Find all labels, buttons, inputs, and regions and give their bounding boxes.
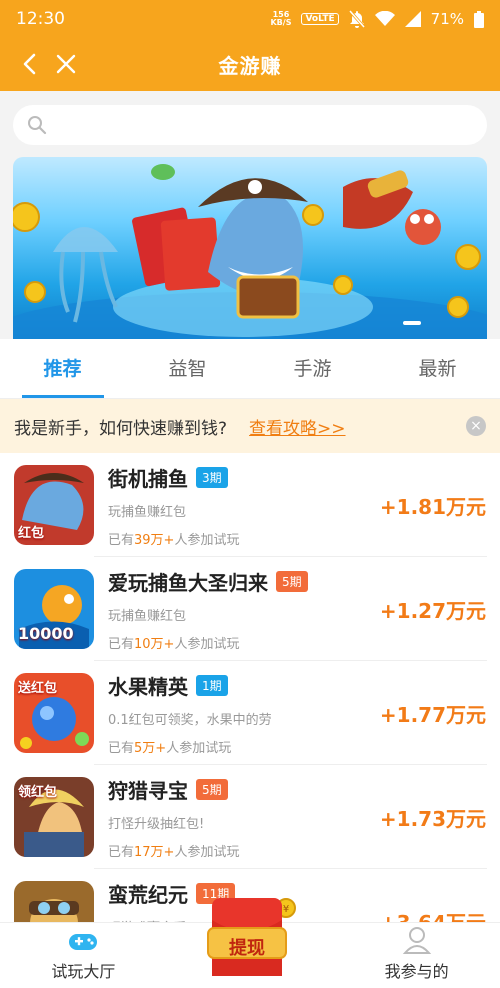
- game-name-row: 水果精英 1期: [108, 671, 380, 700]
- participant-count: 已有5万+人参加试玩: [108, 737, 380, 756]
- game-info: 水果精英 1期 0.1红包可领奖，水果中的劳 已有5万+人参加试玩: [108, 671, 380, 756]
- tab-recommended[interactable]: 推荐: [0, 339, 125, 398]
- game-name: 狩猎寻宝: [108, 778, 188, 803]
- banner-illustration: [13, 164, 487, 339]
- game-description: 玩捕鱼赚红包: [108, 608, 187, 624]
- game-info: 狩猎寻宝 5期 打怪升级抽红包! 已有17万+人参加试玩: [108, 775, 380, 860]
- close-icon[interactable]: [54, 52, 78, 76]
- count-prefix: 已有: [108, 844, 135, 860]
- period-badge: 5期: [196, 778, 228, 800]
- count-number: 10万+: [134, 636, 175, 652]
- notice-text: 我是新手，如何快速赚到钱?: [14, 418, 228, 439]
- status-icons: 156 KB/S VoLTE 71%: [270, 10, 484, 28]
- nav-my-participation-label: 我参与的: [384, 962, 449, 981]
- svg-text:¥: ¥: [283, 904, 289, 915]
- nav-trial-hall[interactable]: 试玩大厅: [0, 923, 167, 988]
- game-thumbnail: 领红包: [14, 777, 94, 857]
- game-description: 打怪升级抽红包!: [108, 816, 205, 832]
- thumbnail-label: 送红包: [18, 681, 58, 696]
- newbie-notice: 我是新手，如何快速赚到钱? 查看攻略>> ×: [0, 399, 500, 453]
- battery-icon: [474, 10, 484, 28]
- wifi-icon: [374, 11, 395, 26]
- count-prefix: 已有: [108, 532, 135, 548]
- status-bar: 12:30 156 KB/S VoLTE 71%: [0, 0, 500, 38]
- reward-amount: +1.77万元: [379, 702, 486, 727]
- tab-puzzle[interactable]: 益智: [125, 339, 250, 398]
- thumbnail-label: 10000: [18, 624, 74, 643]
- banner-area: [0, 157, 500, 339]
- notice-close-icon[interactable]: ×: [466, 416, 486, 436]
- game-thumbnail: 10000: [14, 569, 94, 649]
- tab-mobile-games[interactable]: 手游: [250, 339, 375, 398]
- mute-icon: [348, 10, 365, 28]
- search-area: [0, 91, 500, 157]
- network-speed: 156 KB/S: [270, 11, 291, 27]
- search-box[interactable]: [13, 105, 487, 145]
- count-suffix: 人参加试玩: [174, 532, 240, 548]
- banner-indicator: [403, 321, 421, 325]
- count-number: 17万+: [134, 844, 175, 860]
- game-info: 街机捕鱼 3期 玩捕鱼赚红包 已有39万+人参加试玩: [108, 463, 380, 548]
- battery-percent: 71%: [430, 10, 464, 28]
- list-item[interactable]: 送红包 水果精英 1期 0.1红包可领奖，水果中的劳 已有5万+人参加试玩 +1…: [0, 661, 500, 765]
- withdraw-label: 提现: [229, 938, 265, 959]
- thumbnail-label: 领红包: [18, 785, 58, 800]
- count-suffix: 人参加试玩: [174, 844, 240, 860]
- signal-icon: [404, 11, 421, 27]
- list-item[interactable]: 领红包 狩猎寻宝 5期 打怪升级抽红包! 已有17万+人参加试玩 +1.73万元: [0, 765, 500, 869]
- game-thumbnail: 送红包: [14, 673, 94, 753]
- network-speed-unit: KB/S: [270, 18, 292, 27]
- search-icon: [28, 116, 47, 135]
- count-prefix: 已有: [108, 636, 135, 652]
- guide-link[interactable]: 查看攻略>>: [249, 414, 466, 439]
- nav-my-participation[interactable]: 我参与的: [333, 923, 500, 988]
- game-name-row: 街机捕鱼 3期: [108, 463, 380, 492]
- game-description: 0.1红包可领奖，水果中的劳: [108, 712, 272, 728]
- count-number: 39万+: [134, 532, 175, 548]
- participant-count: 已有39万+人参加试玩: [108, 529, 380, 548]
- game-name: 街机捕鱼: [108, 466, 188, 491]
- count-suffix: 人参加试玩: [166, 740, 232, 756]
- game-name: 爱玩捕鱼大圣归来: [108, 570, 268, 595]
- promo-banner[interactable]: [13, 157, 487, 339]
- game-name-row: 狩猎寻宝 5期: [108, 775, 380, 804]
- list-item[interactable]: 10000 爱玩捕鱼大圣归来 5期 玩捕鱼赚红包 已有10万+人参加试玩 +1.…: [0, 557, 500, 661]
- reward-amount: +1.27万元: [379, 598, 486, 623]
- reward-amount: +1.81万元: [379, 494, 486, 519]
- volte-badge: VoLTE: [301, 13, 339, 25]
- thumbnail-label: 红包: [18, 526, 45, 541]
- count-number: 5万+: [134, 740, 167, 756]
- category-tabs: 推荐 益智 手游 最新: [0, 339, 500, 399]
- game-thumbnail: 红包: [14, 465, 94, 545]
- period-badge: 5期: [276, 570, 308, 592]
- list-item[interactable]: 红包 街机捕鱼 3期 玩捕鱼赚红包 已有39万+人参加试玩 +1.81万元: [0, 453, 500, 557]
- game-name: 水果精英: [108, 674, 188, 699]
- game-description: 玩捕鱼赚红包: [108, 504, 187, 520]
- nav-trial-hall-label: 试玩大厅: [51, 962, 116, 981]
- game-name: 蛮荒纪元: [108, 882, 188, 907]
- back-icon[interactable]: [18, 52, 42, 76]
- user-icon: [402, 927, 431, 954]
- reward-amount: +1.73万元: [379, 806, 486, 831]
- game-info: 爱玩捕鱼大圣归来 5期 玩捕鱼赚红包 已有10万+人参加试玩: [108, 567, 380, 652]
- gamepad-icon: [69, 934, 98, 950]
- withdraw-button[interactable]: ¥ 提现: [200, 892, 300, 982]
- title-bar: 金游赚: [0, 38, 500, 91]
- tab-newest[interactable]: 最新: [375, 339, 500, 398]
- count-prefix: 已有: [108, 740, 135, 756]
- participant-count: 已有17万+人参加试玩: [108, 841, 380, 860]
- count-suffix: 人参加试玩: [174, 636, 240, 652]
- game-name-row: 爱玩捕鱼大圣归来 5期: [108, 567, 380, 596]
- period-badge: 1期: [196, 674, 228, 696]
- participant-count: 已有10万+人参加试玩: [108, 633, 380, 652]
- status-time: 12:30: [16, 9, 65, 29]
- period-badge: 3期: [196, 466, 228, 488]
- search-input[interactable]: [55, 116, 473, 134]
